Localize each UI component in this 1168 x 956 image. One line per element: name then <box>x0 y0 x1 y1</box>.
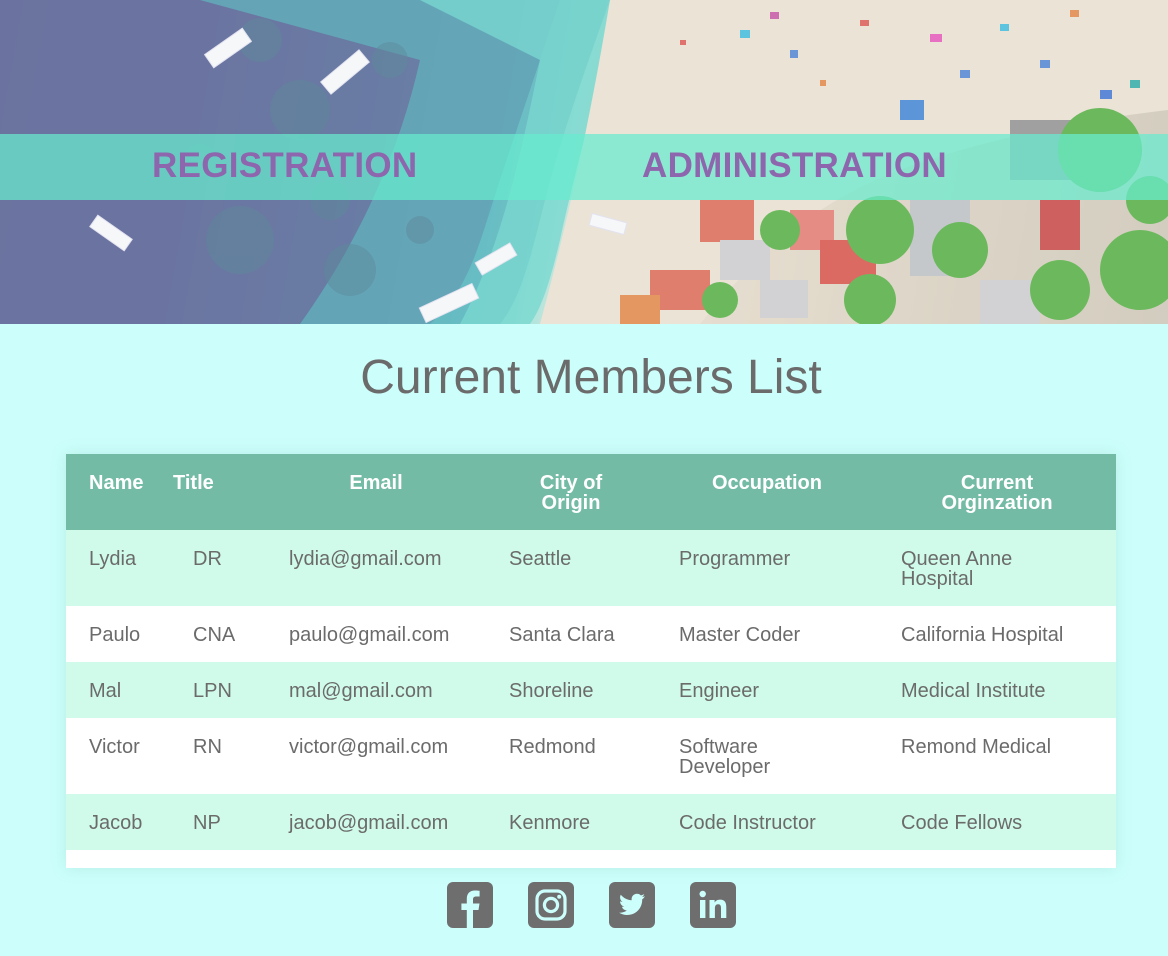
cell-city: Santa Clara <box>509 624 615 646</box>
cell-name: Lydia <box>89 548 137 570</box>
cell-city: Seattle <box>509 548 572 570</box>
cell-occupation: Code Instructor <box>679 812 816 834</box>
cell-organization: Medical Institute <box>901 680 1046 702</box>
column-header-org-line1: Current <box>960 472 1034 494</box>
nav-registration-link[interactable]: REGISTRATION <box>152 146 417 186</box>
table-row: Paulo CNA paulo@gmail.com Santa Clara Ma… <box>66 606 1116 662</box>
column-header-city-line1: City of <box>539 472 603 494</box>
members-table: Name Title Email City of Origin Occupati… <box>66 454 1116 868</box>
cell-name: Mal <box>89 680 122 702</box>
cell-title: LPN <box>193 680 232 702</box>
cell-title: CNA <box>193 624 236 646</box>
twitter-icon[interactable] <box>609 882 655 928</box>
column-header-city-line2: Origin <box>541 492 601 514</box>
cell-occupation: Programmer <box>679 548 791 570</box>
cell-name: Paulo <box>89 624 141 646</box>
table-row: Mal LPN mal@gmail.com Shoreline Engineer… <box>66 662 1116 718</box>
nav-administration-link[interactable]: ADMINISTRATION <box>642 146 947 186</box>
table-row: Lydia DR lydia@gmail.com Seattle Program… <box>66 530 1116 606</box>
cell-city: Shoreline <box>509 680 594 702</box>
cell-name: Jacob <box>89 812 143 834</box>
cell-organization: California Hospital <box>901 624 1064 646</box>
cell-email: mal@gmail.com <box>289 680 433 702</box>
cell-email: victor@gmail.com <box>289 736 449 758</box>
column-header-title: Title <box>173 472 214 494</box>
cell-email: paulo@gmail.com <box>289 624 450 646</box>
cell-organization: Queen Anne Hospital <box>901 548 1013 590</box>
table-header-row: Name Title Email City of Origin Occupati… <box>66 454 1116 530</box>
cell-occupation: Engineer <box>679 680 760 702</box>
hero-banner: REGISTRATION ADMINISTRATION <box>0 0 1168 324</box>
column-header-org-line2: Orginzation <box>941 492 1053 514</box>
cell-title: RN <box>193 736 222 758</box>
cell-city: Kenmore <box>509 812 591 834</box>
column-header-occupation: Occupation <box>711 472 822 494</box>
column-header-organization: Current Orginzation <box>878 454 1116 530</box>
facebook-icon[interactable] <box>447 882 493 928</box>
table-row: Victor RN victor@gmail.com Redmond Softw… <box>66 718 1116 794</box>
cell-email: jacob@gmail.com <box>289 812 449 834</box>
column-header-email: Email <box>349 472 403 494</box>
column-header-city: City of Origin <box>486 454 656 530</box>
instagram-icon[interactable] <box>528 882 574 928</box>
cell-city: Redmond <box>509 736 596 758</box>
cell-organization: Code Fellows <box>901 812 1023 834</box>
social-links <box>0 882 1168 928</box>
cell-title: DR <box>193 548 222 570</box>
page-title: Current Members List <box>360 351 822 404</box>
linkedin-icon[interactable] <box>690 882 736 928</box>
cell-name: Victor <box>89 736 140 758</box>
cell-occupation: Software Developer <box>679 736 771 778</box>
table-row: Jacob NP jacob@gmail.com Kenmore Code In… <box>66 794 1116 850</box>
table-footer-spacer <box>66 850 1116 868</box>
cell-title: NP <box>193 812 221 834</box>
cell-email: lydia@gmail.com <box>289 548 442 570</box>
cell-occupation: Master Coder <box>679 624 801 646</box>
column-header-name: Name <box>89 472 144 494</box>
cell-organization: Remond Medical <box>901 736 1052 758</box>
